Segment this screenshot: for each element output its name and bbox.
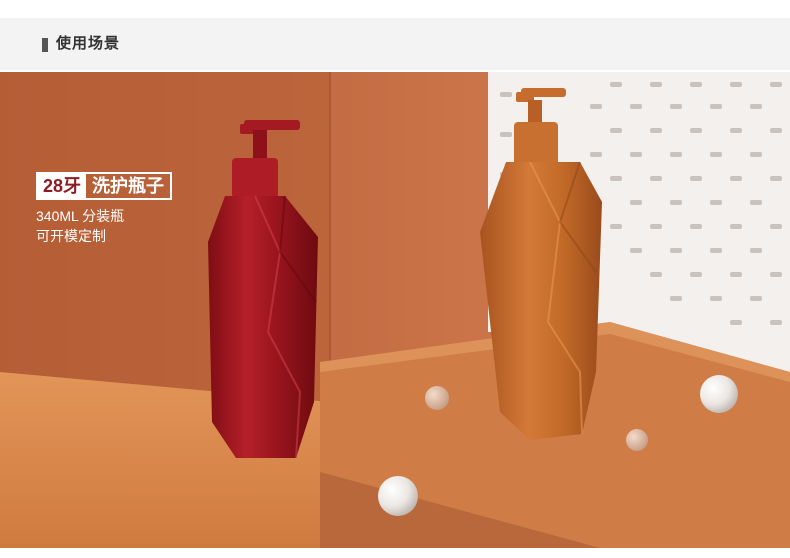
customization-text: 可开模定制 xyxy=(36,228,106,244)
header-accent-bar xyxy=(42,38,48,52)
ball-front xyxy=(378,476,418,516)
scene-illustration xyxy=(0,72,790,548)
section-header: 使用场景 xyxy=(0,18,790,70)
section-title: 使用场景 xyxy=(56,35,121,52)
ball-small-right xyxy=(626,429,648,451)
product-scene-photo: 28牙 洗护瓶子 340ML 分装瓶 可开模定制 xyxy=(0,72,790,548)
product-caption: 28牙 洗护瓶子 340ML 分装瓶 可开模定制 xyxy=(36,172,173,246)
product-type: 洗护瓶子 xyxy=(92,176,165,196)
capacity-text: 340ML 分装瓶 xyxy=(36,208,125,224)
ball-small-left xyxy=(425,386,449,410)
caption-tag: 28牙 洗护瓶子 xyxy=(36,172,173,200)
thread-size: 28牙 xyxy=(38,174,87,198)
ball-large-right xyxy=(700,375,738,413)
